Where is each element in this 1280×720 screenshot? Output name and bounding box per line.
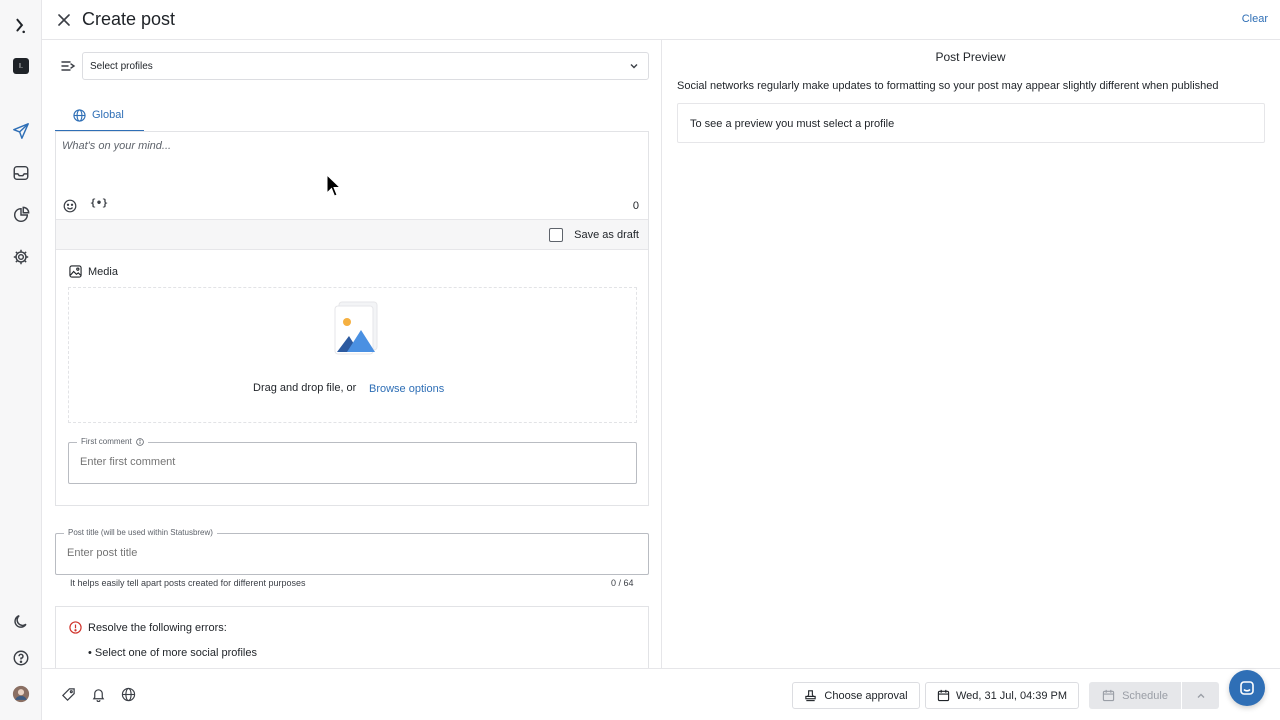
variables-icon[interactable]: {•}: [90, 198, 108, 209]
bell-icon[interactable]: [91, 687, 106, 702]
workspace-avatar[interactable]: I.: [9, 54, 33, 78]
select-profiles-placeholder: Select profiles: [90, 60, 153, 72]
schedule-label: Schedule: [1122, 689, 1168, 702]
chat-support-button[interactable]: [1229, 670, 1265, 706]
page-title: Create post: [82, 9, 176, 29]
calendar-icon: [1102, 689, 1115, 702]
preview-box: To see a preview you must select a profi…: [677, 103, 1265, 143]
drop-text: Drag and drop file, or: [253, 382, 357, 394]
profiles-list-icon: [61, 61, 76, 71]
tab-global[interactable]: Global: [55, 100, 144, 132]
post-text-input[interactable]: What's on your mind...: [62, 140, 171, 152]
errors-title: Resolve the following errors:: [69, 621, 227, 634]
chevron-down-icon: [630, 64, 638, 69]
schedule-date-label: Wed, 31 Jul, 04:39 PM: [955, 689, 1068, 702]
schedule-options-button[interactable]: [1182, 682, 1219, 709]
tag-icon[interactable]: [61, 687, 76, 702]
globe-icon: [73, 108, 86, 122]
first-comment-input[interactable]: [80, 456, 620, 468]
post-title-count: 0 / 64: [611, 578, 634, 588]
first-comment-field[interactable]: First comment: [68, 437, 637, 484]
media-dropzone[interactable]: Drag and drop file, or Browse options: [68, 287, 637, 423]
footer-bar: Choose approval Wed, 31 Jul, 04:39 PM Sc…: [42, 668, 1280, 720]
globe-icon[interactable]: [121, 687, 136, 702]
workspace-initial: I.: [13, 58, 29, 74]
user-avatar[interactable]: [9, 682, 33, 706]
media-section-title: Media: [69, 265, 118, 278]
post-preview-panel: Post Preview Social networks regularly m…: [663, 40, 1280, 668]
publish-icon[interactable]: [9, 119, 33, 143]
analytics-icon[interactable]: [9, 203, 33, 227]
upload-illustration-icon: [334, 301, 378, 355]
schedule-date-button[interactable]: Wed, 31 Jul, 04:39 PM: [925, 682, 1079, 709]
info-icon[interactable]: [135, 437, 144, 446]
draft-bar: Save as draft: [56, 219, 648, 250]
page-header: Create post Clear: [42, 0, 1280, 40]
close-icon[interactable]: [54, 10, 74, 30]
post-title-input[interactable]: [67, 547, 627, 559]
logo-icon[interactable]: [9, 14, 33, 38]
error-item-text: Select one of more social profiles: [94, 647, 257, 659]
preview-empty-message: To see a preview you must select a profi…: [690, 118, 895, 130]
dark-mode-moon-icon[interactable]: [9, 610, 33, 634]
preview-title: Post Preview: [935, 50, 1006, 64]
post-title-field[interactable]: Post title (will be used within Statusbr…: [55, 528, 649, 575]
media-title-label: Media: [88, 265, 118, 278]
errors-panel: Resolve the following errors: • Select o…: [55, 606, 649, 676]
schedule-button[interactable]: Schedule: [1089, 682, 1181, 709]
first-comment-label-text: First comment: [81, 437, 132, 446]
post-title-help: It helps easily tell apart posts created…: [70, 578, 306, 588]
composer-panel: What's on your mind... {•} 0 Save as dra…: [55, 131, 649, 506]
select-profiles-dropdown[interactable]: Select profiles: [82, 52, 649, 80]
stamp-icon: [805, 690, 817, 702]
chat-icon: [1240, 681, 1254, 695]
mouse-cursor-icon: [326, 174, 342, 197]
first-comment-label: First comment: [77, 437, 148, 446]
choose-approval-button[interactable]: Choose approval: [792, 682, 920, 709]
tab-global-label: Global: [92, 109, 124, 121]
save-as-draft-checkbox[interactable]: [549, 228, 563, 242]
post-title-label: Post title (will be used within Statusbr…: [64, 528, 217, 537]
help-icon[interactable]: [9, 646, 33, 670]
browse-options-link[interactable]: Browse options: [369, 383, 444, 395]
preview-note: Social networks regularly make updates t…: [677, 80, 1219, 92]
settings-gear-icon[interactable]: [9, 245, 33, 269]
emoji-icon[interactable]: [63, 199, 77, 213]
error-item: • Select one of more social profiles: [88, 647, 257, 659]
character-count: 0: [632, 200, 639, 212]
calendar-icon: [937, 689, 950, 702]
app-root: I. Create post Clear Select profiles Glo…: [0, 0, 1280, 720]
inbox-icon[interactable]: [9, 161, 33, 185]
error-alert-icon: [69, 621, 82, 634]
chevron-up-icon: [1197, 693, 1204, 698]
image-icon: [69, 265, 82, 278]
save-as-draft-label: Save as draft: [574, 229, 639, 241]
choose-approval-label: Choose approval: [824, 689, 908, 702]
errors-title-text: Resolve the following errors:: [88, 621, 227, 634]
left-rail: I.: [0, 0, 42, 720]
clear-button[interactable]: Clear: [1242, 13, 1268, 25]
post-editor: Select profiles Global What's on your mi…: [42, 40, 662, 676]
